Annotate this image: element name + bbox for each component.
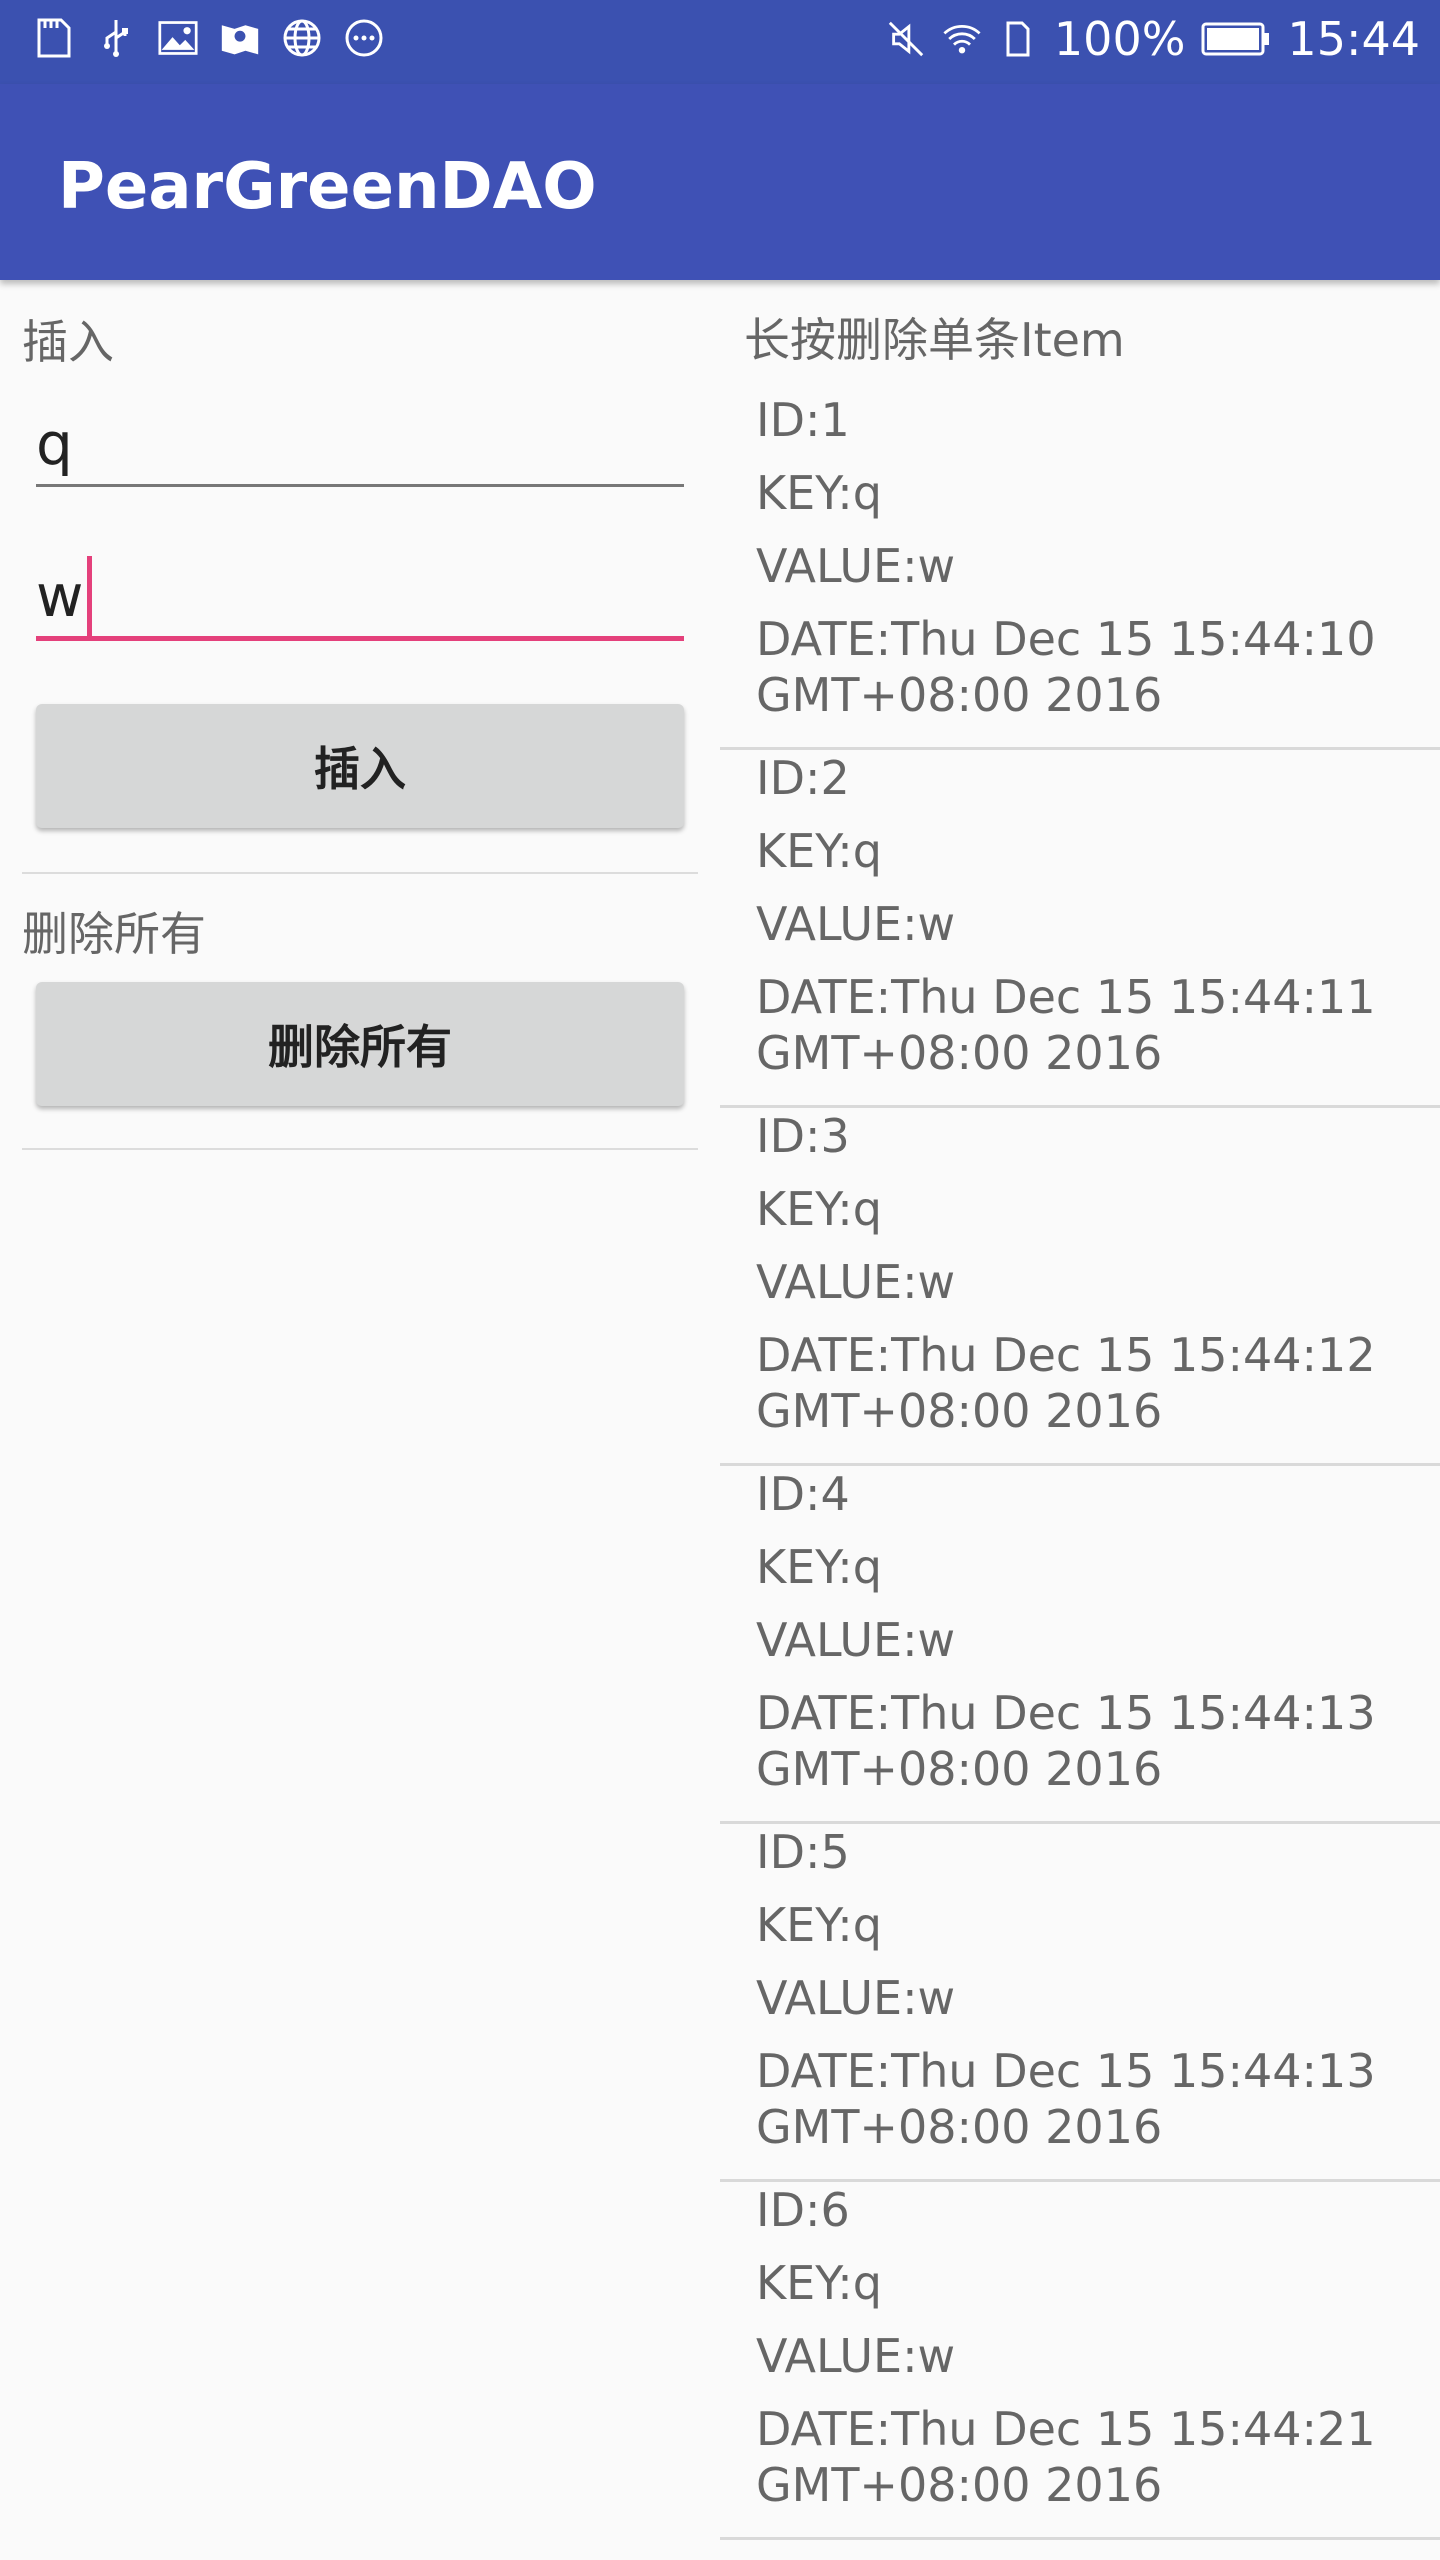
list-item[interactable]: ID:1 KEY:q VALUE:w DATE:Thu Dec 15 15:44… (720, 392, 1440, 750)
list-item[interactable]: ID:6 KEY:q VALUE:w DATE:Thu Dec 15 15:44… (720, 2182, 1440, 2540)
more-icon (344, 18, 384, 58)
item-value: VALUE:w (756, 2329, 956, 2383)
item-date: DATE:Thu Dec 15 15:44:10 GMT+08:00 2016 (756, 612, 1376, 722)
key-input[interactable]: q (36, 404, 684, 487)
gallery-icon (220, 18, 260, 58)
mute-icon (886, 19, 926, 59)
item-value: VALUE:w (756, 1971, 956, 2025)
item-key: KEY:q (756, 824, 882, 878)
item-date: DATE:Thu Dec 15 15:44:12 GMT+08:00 2016 (756, 1328, 1376, 1438)
item-id: ID:2 (756, 751, 850, 805)
app-bar: PearGreenDAO (0, 84, 1440, 280)
insert-button[interactable]: 插入 (36, 704, 684, 828)
item-id: ID:5 (756, 1825, 850, 1879)
divider (22, 1148, 698, 1150)
sd-card-icon (34, 18, 74, 58)
key-input-value: q (36, 410, 73, 478)
status-bar: 100% 15:44 (0, 0, 1440, 84)
item-key: KEY:q (756, 1898, 882, 1952)
item-value: VALUE:w (756, 1613, 956, 1667)
status-icons-left (34, 18, 384, 58)
value-input[interactable]: w (36, 556, 684, 641)
delete-all-button[interactable]: 删除所有 (36, 982, 684, 1106)
insert-section-label: 插入 (22, 315, 114, 369)
divider (22, 872, 698, 874)
record-list: ID:1 KEY:q VALUE:w DATE:Thu Dec 15 15:44… (720, 392, 1440, 2540)
list-item[interactable]: ID:4 KEY:q VALUE:w DATE:Thu Dec 15 15:44… (720, 1466, 1440, 1824)
item-id: ID:3 (756, 1109, 850, 1163)
item-value: VALUE:w (756, 1255, 956, 1309)
item-id: ID:1 (756, 393, 850, 447)
value-input-value: w (36, 562, 84, 630)
status-icons-right: 100% 15:44 (886, 12, 1420, 66)
list-item[interactable]: ID:2 KEY:q VALUE:w DATE:Thu Dec 15 15:44… (720, 750, 1440, 1108)
battery-icon (1201, 19, 1271, 59)
wifi-icon (942, 19, 982, 59)
status-time: 15:44 (1287, 12, 1420, 66)
item-value: VALUE:w (756, 539, 956, 593)
image-icon (158, 18, 198, 58)
usb-icon (96, 18, 136, 58)
item-date: DATE:Thu Dec 15 15:44:13 GMT+08:00 2016 (756, 2044, 1376, 2154)
item-date: DATE:Thu Dec 15 15:44:13 GMT+08:00 2016 (756, 1686, 1376, 1796)
item-key: KEY:q (756, 1182, 882, 1236)
item-value: VALUE:w (756, 897, 956, 951)
list-item[interactable]: ID:3 KEY:q VALUE:w DATE:Thu Dec 15 15:44… (720, 1108, 1440, 1466)
sim-icon (998, 19, 1038, 59)
item-key: KEY:q (756, 1540, 882, 1594)
item-date: DATE:Thu Dec 15 15:44:11 GMT+08:00 2016 (756, 970, 1376, 1080)
item-key: KEY:q (756, 2256, 882, 2310)
item-id: ID:4 (756, 1467, 850, 1521)
delete-section-label: 删除所有 (22, 907, 206, 961)
item-id: ID:6 (756, 2183, 850, 2237)
list-header: 长按删除单条Item (744, 313, 1125, 367)
item-date: DATE:Thu Dec 15 15:44:21 GMT+08:00 2016 (756, 2402, 1376, 2512)
item-key: KEY:q (756, 466, 882, 520)
globe-icon (282, 18, 322, 58)
list-item[interactable]: ID:5 KEY:q VALUE:w DATE:Thu Dec 15 15:44… (720, 1824, 1440, 2182)
battery-percent: 100% (1053, 12, 1186, 66)
text-cursor (87, 556, 93, 636)
left-pane: 插入 q w 插入 删除所有 删除所有 (0, 280, 716, 1180)
right-pane: 长按删除单条Item ID:1 KEY:q VALUE:w DATE:Thu D… (720, 280, 1440, 2560)
app-title: PearGreenDAO (58, 150, 597, 224)
